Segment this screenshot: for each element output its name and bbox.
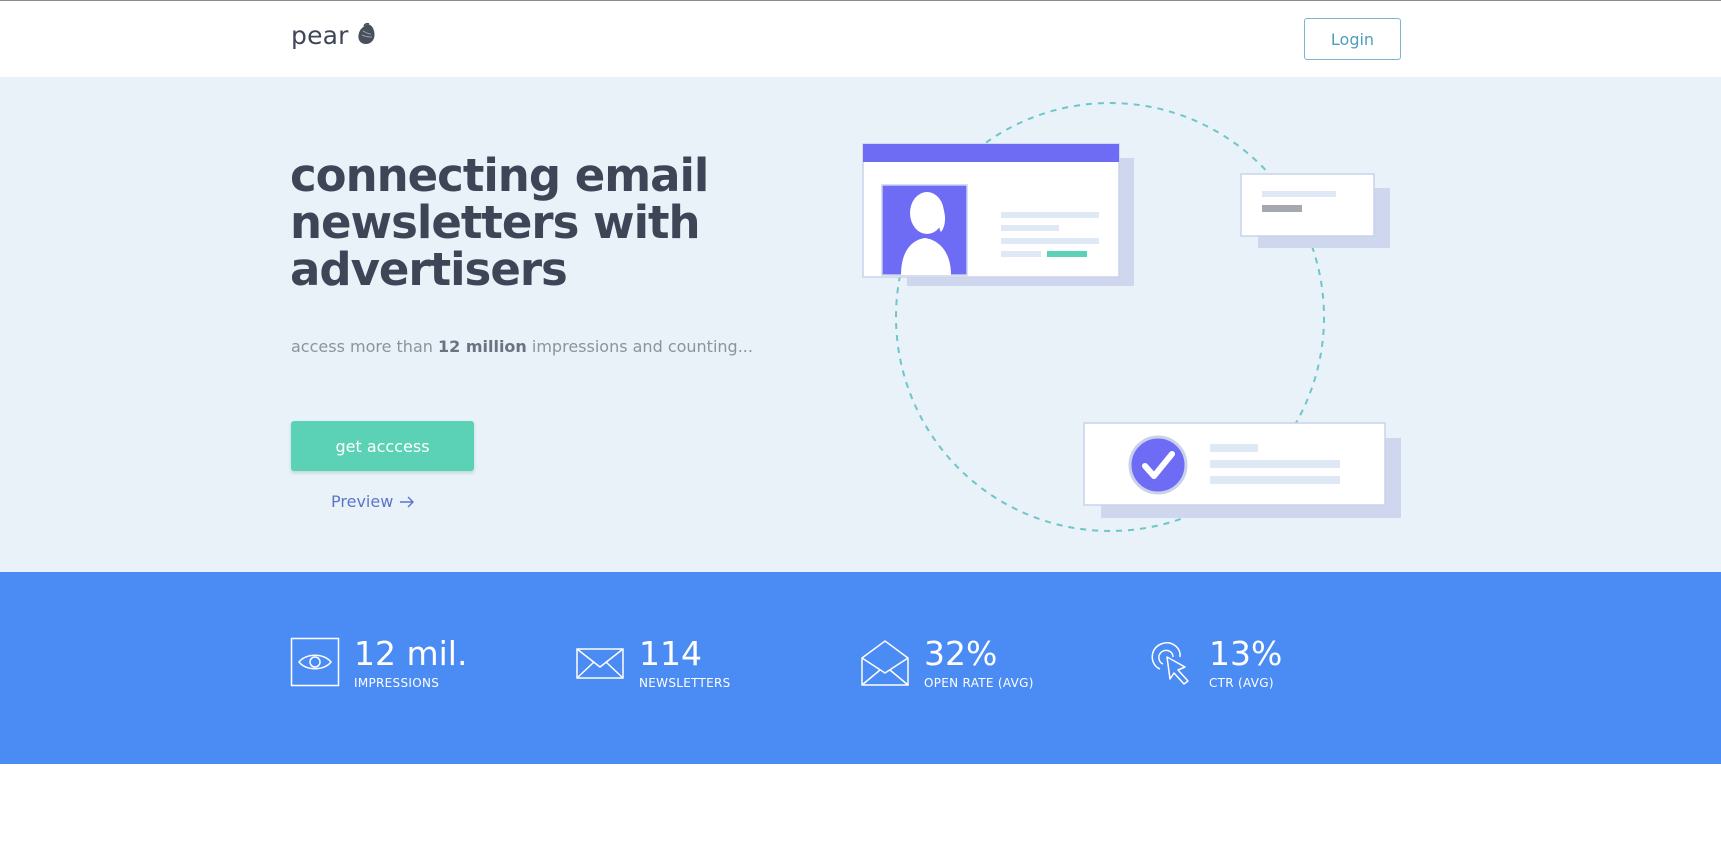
get-access-button[interactable]: get acccess (291, 421, 474, 471)
profile-card (862, 143, 1134, 286)
logo-text: pear (291, 21, 349, 50)
cursor-click-icon (1151, 642, 1189, 685)
confirmation-card (1083, 422, 1401, 518)
headline-line-1: connecting email (290, 149, 709, 202)
stat-value: 32% (924, 634, 998, 673)
stat-text: 12 mil. IMPRESSIONS (354, 634, 468, 691)
envelope-icon (576, 648, 624, 679)
hero-headline: connecting email newsletters with advert… (290, 152, 810, 293)
stats-bar: 12 mil. IMPRESSIONS 114 NEWSLETTERS 32% … (0, 572, 1721, 764)
logo[interactable]: pear (291, 21, 377, 50)
headline-line-3: advertisers (290, 243, 568, 296)
subline-highlight: 12 million (437, 337, 527, 356)
small-card (1240, 173, 1390, 248)
open-envelope-icon (861, 640, 909, 686)
login-button[interactable]: Login (1304, 18, 1401, 60)
stat-label: NEWSLETTERS (639, 676, 731, 690)
stat-value: 12 mil. (354, 634, 468, 673)
stat-ctr: 13% CTR (AVG) (1145, 637, 1282, 690)
hero-subheadline: access more than 12 million impressions … (291, 337, 753, 356)
subline-suffix: impressions and counting... (526, 337, 753, 356)
stat-text: 13% CTR (AVG) (1209, 634, 1283, 691)
stat-label: IMPRESSIONS (354, 676, 440, 690)
checkmark-icon (1128, 435, 1188, 495)
subline-prefix: access more than (291, 337, 438, 356)
preview-link[interactable]: Preview (331, 492, 415, 511)
pear-logo-icon (358, 22, 375, 44)
stat-label: CTR (AVG) (1209, 676, 1274, 690)
preview-label: Preview (331, 492, 394, 511)
headline-line-2: newsletters with (290, 196, 701, 249)
stat-value: 114 (639, 634, 702, 673)
hero-illustration (862, 102, 1401, 532)
site-header: pear Login (0, 1, 1721, 77)
stat-label: OPEN RATE (AVG) (924, 676, 1034, 690)
stat-open-rate: 32% OPEN RATE (AVG) (860, 637, 1034, 690)
eye-icon (290, 637, 340, 687)
stat-text: 114 NEWSLETTERS (639, 634, 731, 691)
stat-impressions: 12 mil. IMPRESSIONS (290, 637, 467, 690)
arrow-right-icon (400, 496, 415, 507)
stat-value: 13% (1209, 634, 1283, 673)
stat-text: 32% OPEN RATE (AVG) (924, 634, 1034, 691)
stat-newsletters: 114 NEWSLETTERS (575, 637, 731, 690)
